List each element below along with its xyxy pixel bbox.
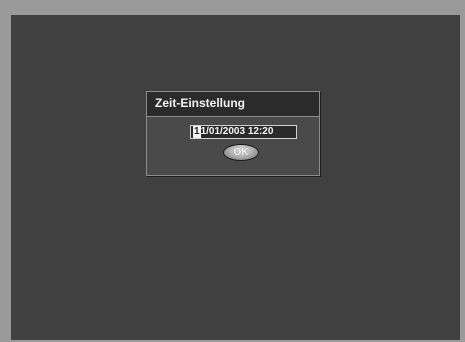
ok-button[interactable]: OK bbox=[223, 144, 259, 161]
tv-screen-frame: Zeit-Einstellung 11/01/2003 12:20 OK bbox=[0, 0, 465, 342]
datetime-input[interactable]: 11/01/2003 12:20 bbox=[190, 125, 297, 139]
text-cursor: 1 bbox=[193, 126, 201, 138]
dialog-header: Zeit-Einstellung bbox=[147, 92, 319, 117]
datetime-value: 1/01/2003 12:20 bbox=[200, 126, 274, 137]
tv-screen: Zeit-Einstellung 11/01/2003 12:20 OK bbox=[11, 15, 460, 340]
time-setting-dialog: Zeit-Einstellung 11/01/2003 12:20 OK bbox=[146, 91, 320, 176]
dialog-title: Zeit-Einstellung bbox=[155, 96, 245, 110]
